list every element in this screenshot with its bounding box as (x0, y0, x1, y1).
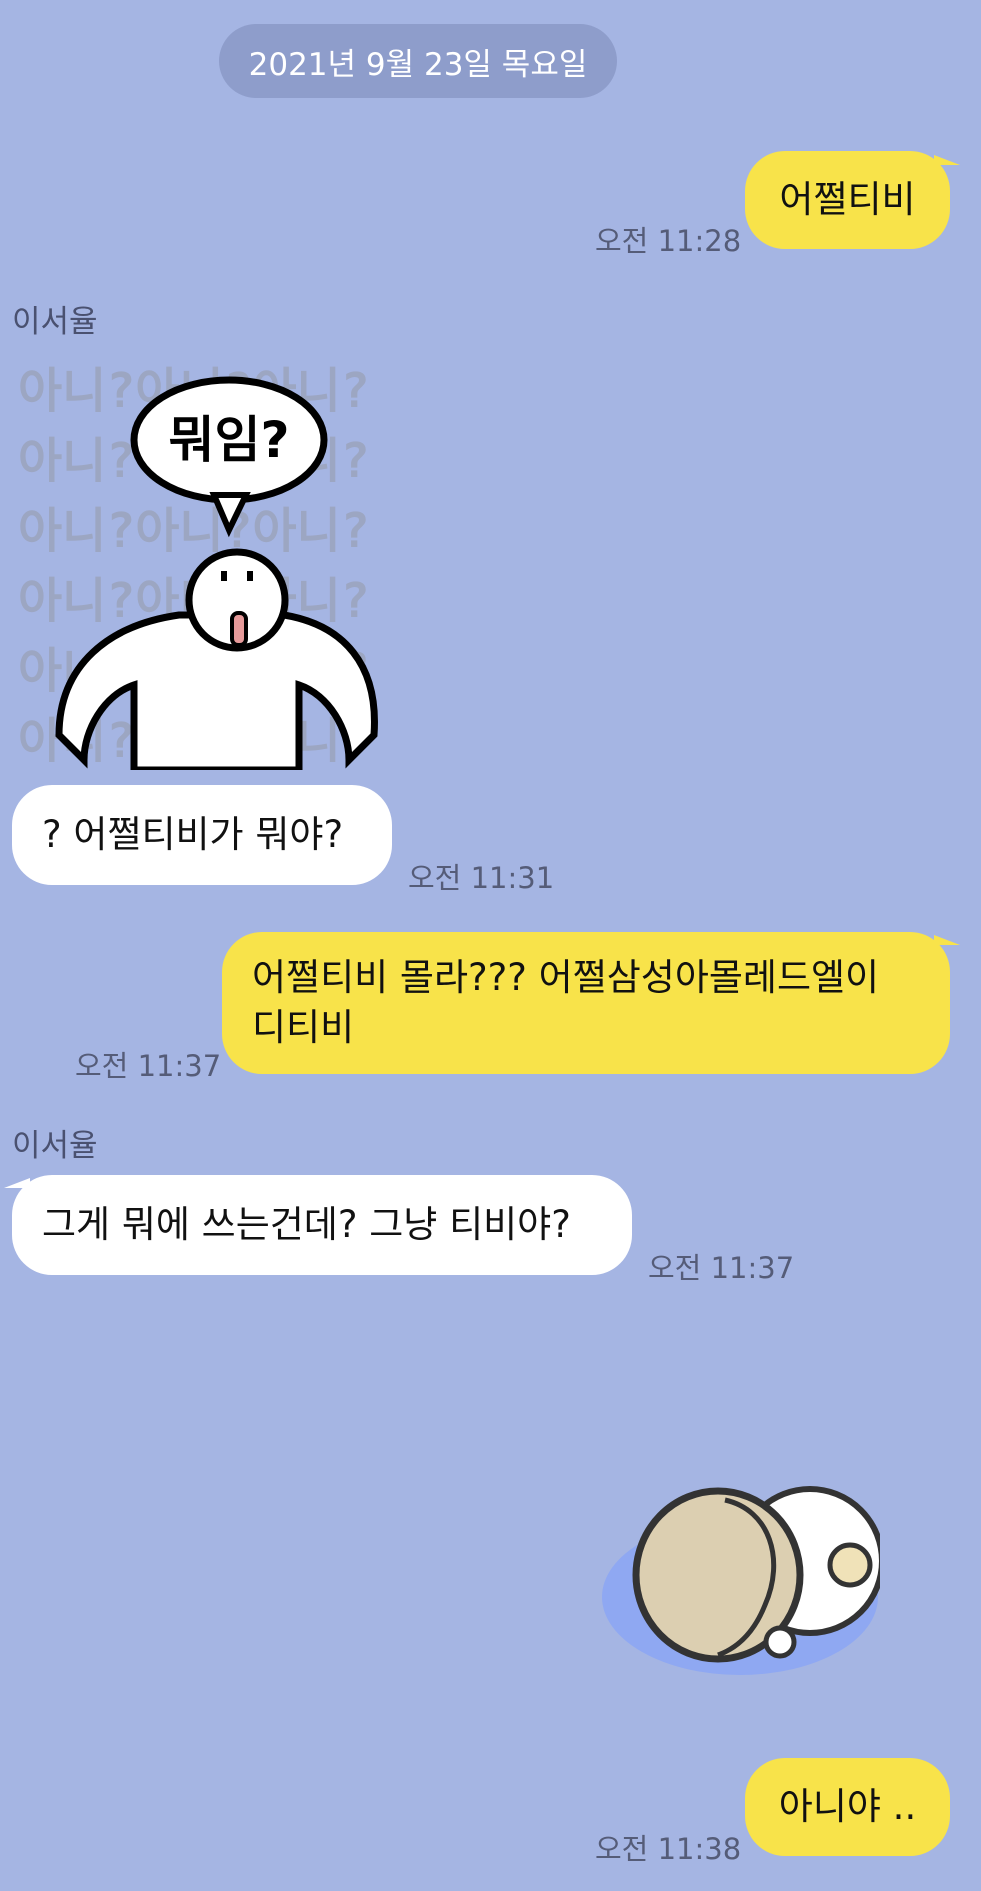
bubble-tail (4, 1178, 30, 1188)
bubble-tail (934, 155, 960, 165)
message-text: 그게 뭐에 쓰는건데? 그냥 티비야? (42, 1203, 571, 1246)
message-bubble-mine[interactable]: 어쩔티비 (745, 151, 950, 249)
sticker-text: 뭐임? (168, 411, 289, 469)
pixel-character-sticker[interactable]: 아니?아니?아니? 아니?아니?아니? 아니?아니?아니? 아니?아니?아니? … (14, 363, 424, 774)
sender-name: 이서율 (12, 304, 98, 340)
sticker-image: 아니?아니?아니? 아니?아니?아니? 아니?아니?아니? 아니?아니?아니? … (18, 363, 378, 774)
date-divider: 2021년 9월 23일 목요일 (219, 24, 617, 98)
sticker-image (602, 1486, 885, 1675)
message-text: ? 어쩔티비가 뭐야? (42, 813, 344, 856)
message-text: 아니야 .. (778, 1785, 917, 1828)
message-time: 오전 11:28 (595, 224, 742, 258)
message-time: 오전 11:31 (408, 861, 555, 895)
message-bubble-theirs[interactable]: 그게 뭐에 쓰는건데? 그냥 티비야? (12, 1175, 632, 1275)
sender-name: 이서율 (12, 1128, 98, 1164)
message-time: 오전 11:37 (75, 1049, 222, 1083)
message-text-line: 디티비 (252, 1006, 355, 1049)
sticker-bg-row: 아니?아니?아니? (18, 503, 370, 559)
lying-character-sticker[interactable] (600, 1465, 885, 1680)
message-bubble-mine[interactable]: 어쩔티비 몰라??? 어쩔삼성아몰레드엘이 디티비 (222, 932, 950, 1074)
message-text: 어쩔티비 (779, 178, 916, 221)
message-time: 오전 11:38 (595, 1832, 742, 1866)
message-bubble-theirs[interactable]: ? 어쩔티비가 뭐야? (12, 785, 392, 885)
bubble-tail (934, 935, 960, 945)
message-text-line: 어쩔티비 몰라??? 어쩔삼성아몰레드엘이 (252, 956, 880, 999)
message-time: 오전 11:37 (648, 1251, 795, 1285)
message-bubble-mine[interactable]: 아니야 .. (745, 1758, 950, 1856)
